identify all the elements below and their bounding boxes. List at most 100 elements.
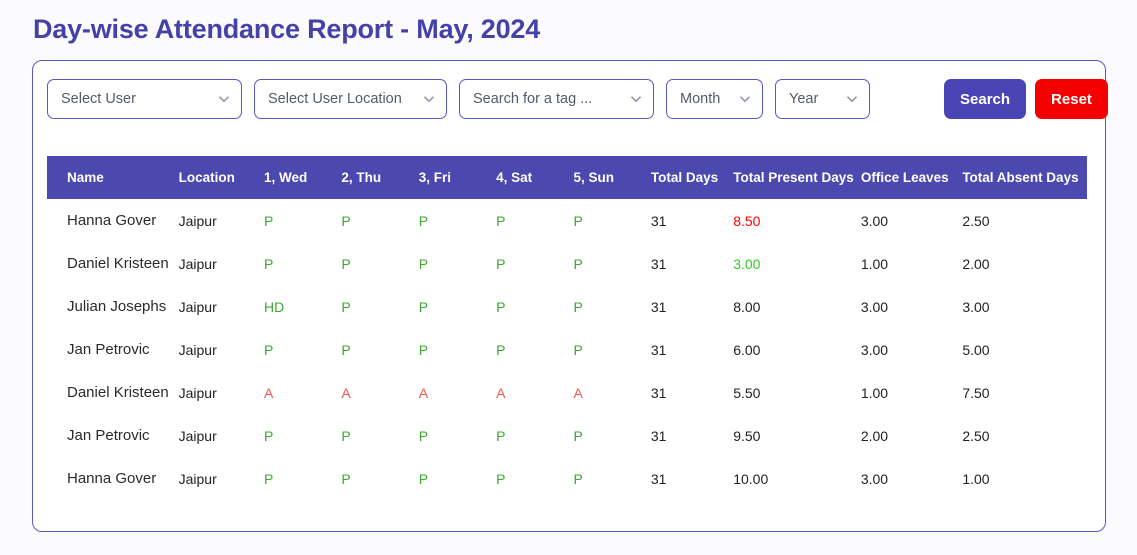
cell-location: Jaipur xyxy=(178,212,217,229)
attendance-mark: P xyxy=(496,427,506,444)
column-header: 2, Thu xyxy=(341,170,382,185)
attendance-mark: A xyxy=(496,384,506,401)
column-header: Total Days xyxy=(650,170,719,185)
cell-name: Jan Petrovic xyxy=(67,341,150,358)
table-row: Jan Petrovic Jaipur P P P P P 31 9.50 2.00 2.50 xyxy=(47,414,1087,457)
select-user-location-dropdown[interactable]: Select User Location xyxy=(254,79,447,119)
attendance-table: Name Location 1, Wed 2, Thu 3, Fri 4, Sat 5, S… xyxy=(47,156,1087,500)
select-month-dropdown[interactable]: Month xyxy=(666,79,763,119)
cell-total-days: 31 xyxy=(650,427,667,444)
column-header: 3, Fri xyxy=(418,170,452,185)
cell-total-absent-days: 1.00 xyxy=(962,470,990,487)
cell-day-status: P xyxy=(496,242,573,285)
cell-day-status: P xyxy=(264,242,341,285)
attendance-mark: P xyxy=(573,341,583,358)
cell-day-status: P xyxy=(573,199,650,242)
cell-total-absent-days: 5.00 xyxy=(962,341,990,358)
search-button[interactable]: Search xyxy=(944,79,1027,119)
cell-day-status: P xyxy=(496,328,573,371)
cell-day-status: P xyxy=(496,457,573,500)
cell-day-status: A xyxy=(573,371,650,414)
cell-location: Jaipur xyxy=(178,255,217,272)
attendance-mark: P xyxy=(341,470,351,487)
attendance-mark: P xyxy=(418,255,429,272)
cell-location: Jaipur xyxy=(178,384,217,401)
cell-location: Jaipur xyxy=(178,470,217,487)
chevron-down-icon xyxy=(846,93,858,105)
cell-total-days: 31 xyxy=(650,298,667,315)
cell-day-status: P xyxy=(264,457,341,500)
search-tag-dropdown[interactable]: Search for a tag ... xyxy=(459,79,654,119)
column-header: Total Present Days xyxy=(733,170,854,185)
cell-day-status: P xyxy=(573,328,650,371)
cell-office-leaves: 1.00 xyxy=(860,255,889,272)
cell-day-status: P xyxy=(496,414,573,457)
column-header: 4, Sat xyxy=(496,170,533,185)
cell-name: Hanna Gover xyxy=(67,212,157,229)
cell-day-status: P xyxy=(419,285,496,328)
cell-office-leaves: 3.00 xyxy=(860,470,889,487)
cell-total-days: 31 xyxy=(650,384,667,401)
cell-name: Hanna Gover xyxy=(67,470,157,487)
search-tag-label: Search for a tag ... xyxy=(473,91,593,107)
cell-total-days: 31 xyxy=(650,341,667,358)
table-row: Hanna Gover Jaipur P P P P P 31 8.50 3.00 2.50 xyxy=(47,199,1087,242)
cell-location: Jaipur xyxy=(178,427,217,444)
cell-total-days: 31 xyxy=(650,470,667,487)
select-year-label: Year xyxy=(789,91,819,107)
chevron-down-icon xyxy=(218,93,230,105)
attendance-mark: P xyxy=(573,255,583,272)
attendance-mark: P xyxy=(341,255,351,272)
cell-day-status: P xyxy=(573,242,650,285)
cell-location: Jaipur xyxy=(178,298,217,315)
cell-day-status: HD xyxy=(264,285,341,328)
attendance-mark: HD xyxy=(264,298,285,315)
attendance-mark: P xyxy=(341,427,351,444)
attendance-mark: P xyxy=(496,298,506,315)
column-header: Office Leaves xyxy=(860,170,949,185)
attendance-mark: P xyxy=(573,212,583,229)
chevron-down-icon xyxy=(423,93,435,105)
filter-bar: Select User Select User Location Search … xyxy=(33,61,1108,137)
select-user-dropdown[interactable]: Select User xyxy=(47,79,242,119)
select-user-label: Select User xyxy=(61,91,136,107)
reset-button[interactable]: Reset xyxy=(1035,79,1108,119)
attendance-mark: P xyxy=(264,255,274,272)
cell-total-absent-days: 2.50 xyxy=(962,427,990,444)
cell-total-absent-days: 7.50 xyxy=(962,384,990,401)
cell-office-leaves: 3.00 xyxy=(860,212,889,229)
cell-day-status: P xyxy=(496,199,573,242)
select-user-location-label: Select User Location xyxy=(268,91,402,107)
attendance-mark: P xyxy=(264,470,274,487)
attendance-mark: A xyxy=(573,384,583,401)
attendance-mark: A xyxy=(418,384,429,401)
select-year-dropdown[interactable]: Year xyxy=(775,79,870,119)
chevron-down-icon xyxy=(630,93,642,105)
cell-day-status: P xyxy=(264,414,341,457)
cell-total-present-days: 6.00 xyxy=(733,341,761,358)
cell-total-days: 31 xyxy=(650,255,667,272)
attendance-table-wrapper: Name Location 1, Wed 2, Thu 3, Fri 4, Sat 5, S… xyxy=(47,156,1087,500)
cell-day-status: P xyxy=(341,457,418,500)
cell-total-present-days: 3.00 xyxy=(733,255,761,272)
attendance-mark: P xyxy=(264,212,274,229)
cell-total-present-days: 9.50 xyxy=(733,427,761,444)
cell-name: Jan Petrovic xyxy=(67,427,150,444)
column-header: 5, Sun xyxy=(573,170,614,185)
cell-day-status: P xyxy=(341,328,418,371)
table-header-row: Name Location 1, Wed 2, Thu 3, Fri 4, Sat 5, S… xyxy=(47,156,1087,199)
cell-day-status: P xyxy=(419,242,496,285)
cell-name: Daniel Kristeen xyxy=(67,384,169,401)
table-row: Julian Josephs Jaipur HD P P P P 31 8.00 3.00 3.00 xyxy=(47,285,1087,328)
attendance-mark: P xyxy=(418,341,429,358)
cell-day-status: P xyxy=(264,328,341,371)
attendance-mark: P xyxy=(573,298,583,315)
cell-day-status: P xyxy=(341,285,418,328)
cell-day-status: P xyxy=(573,457,650,500)
column-header: Total Absent Days xyxy=(962,170,1079,185)
attendance-mark: P xyxy=(573,427,583,444)
attendance-mark: P xyxy=(496,470,506,487)
cell-day-status: P xyxy=(264,199,341,242)
cell-office-leaves: 1.00 xyxy=(860,384,889,401)
attendance-mark: P xyxy=(264,341,274,358)
